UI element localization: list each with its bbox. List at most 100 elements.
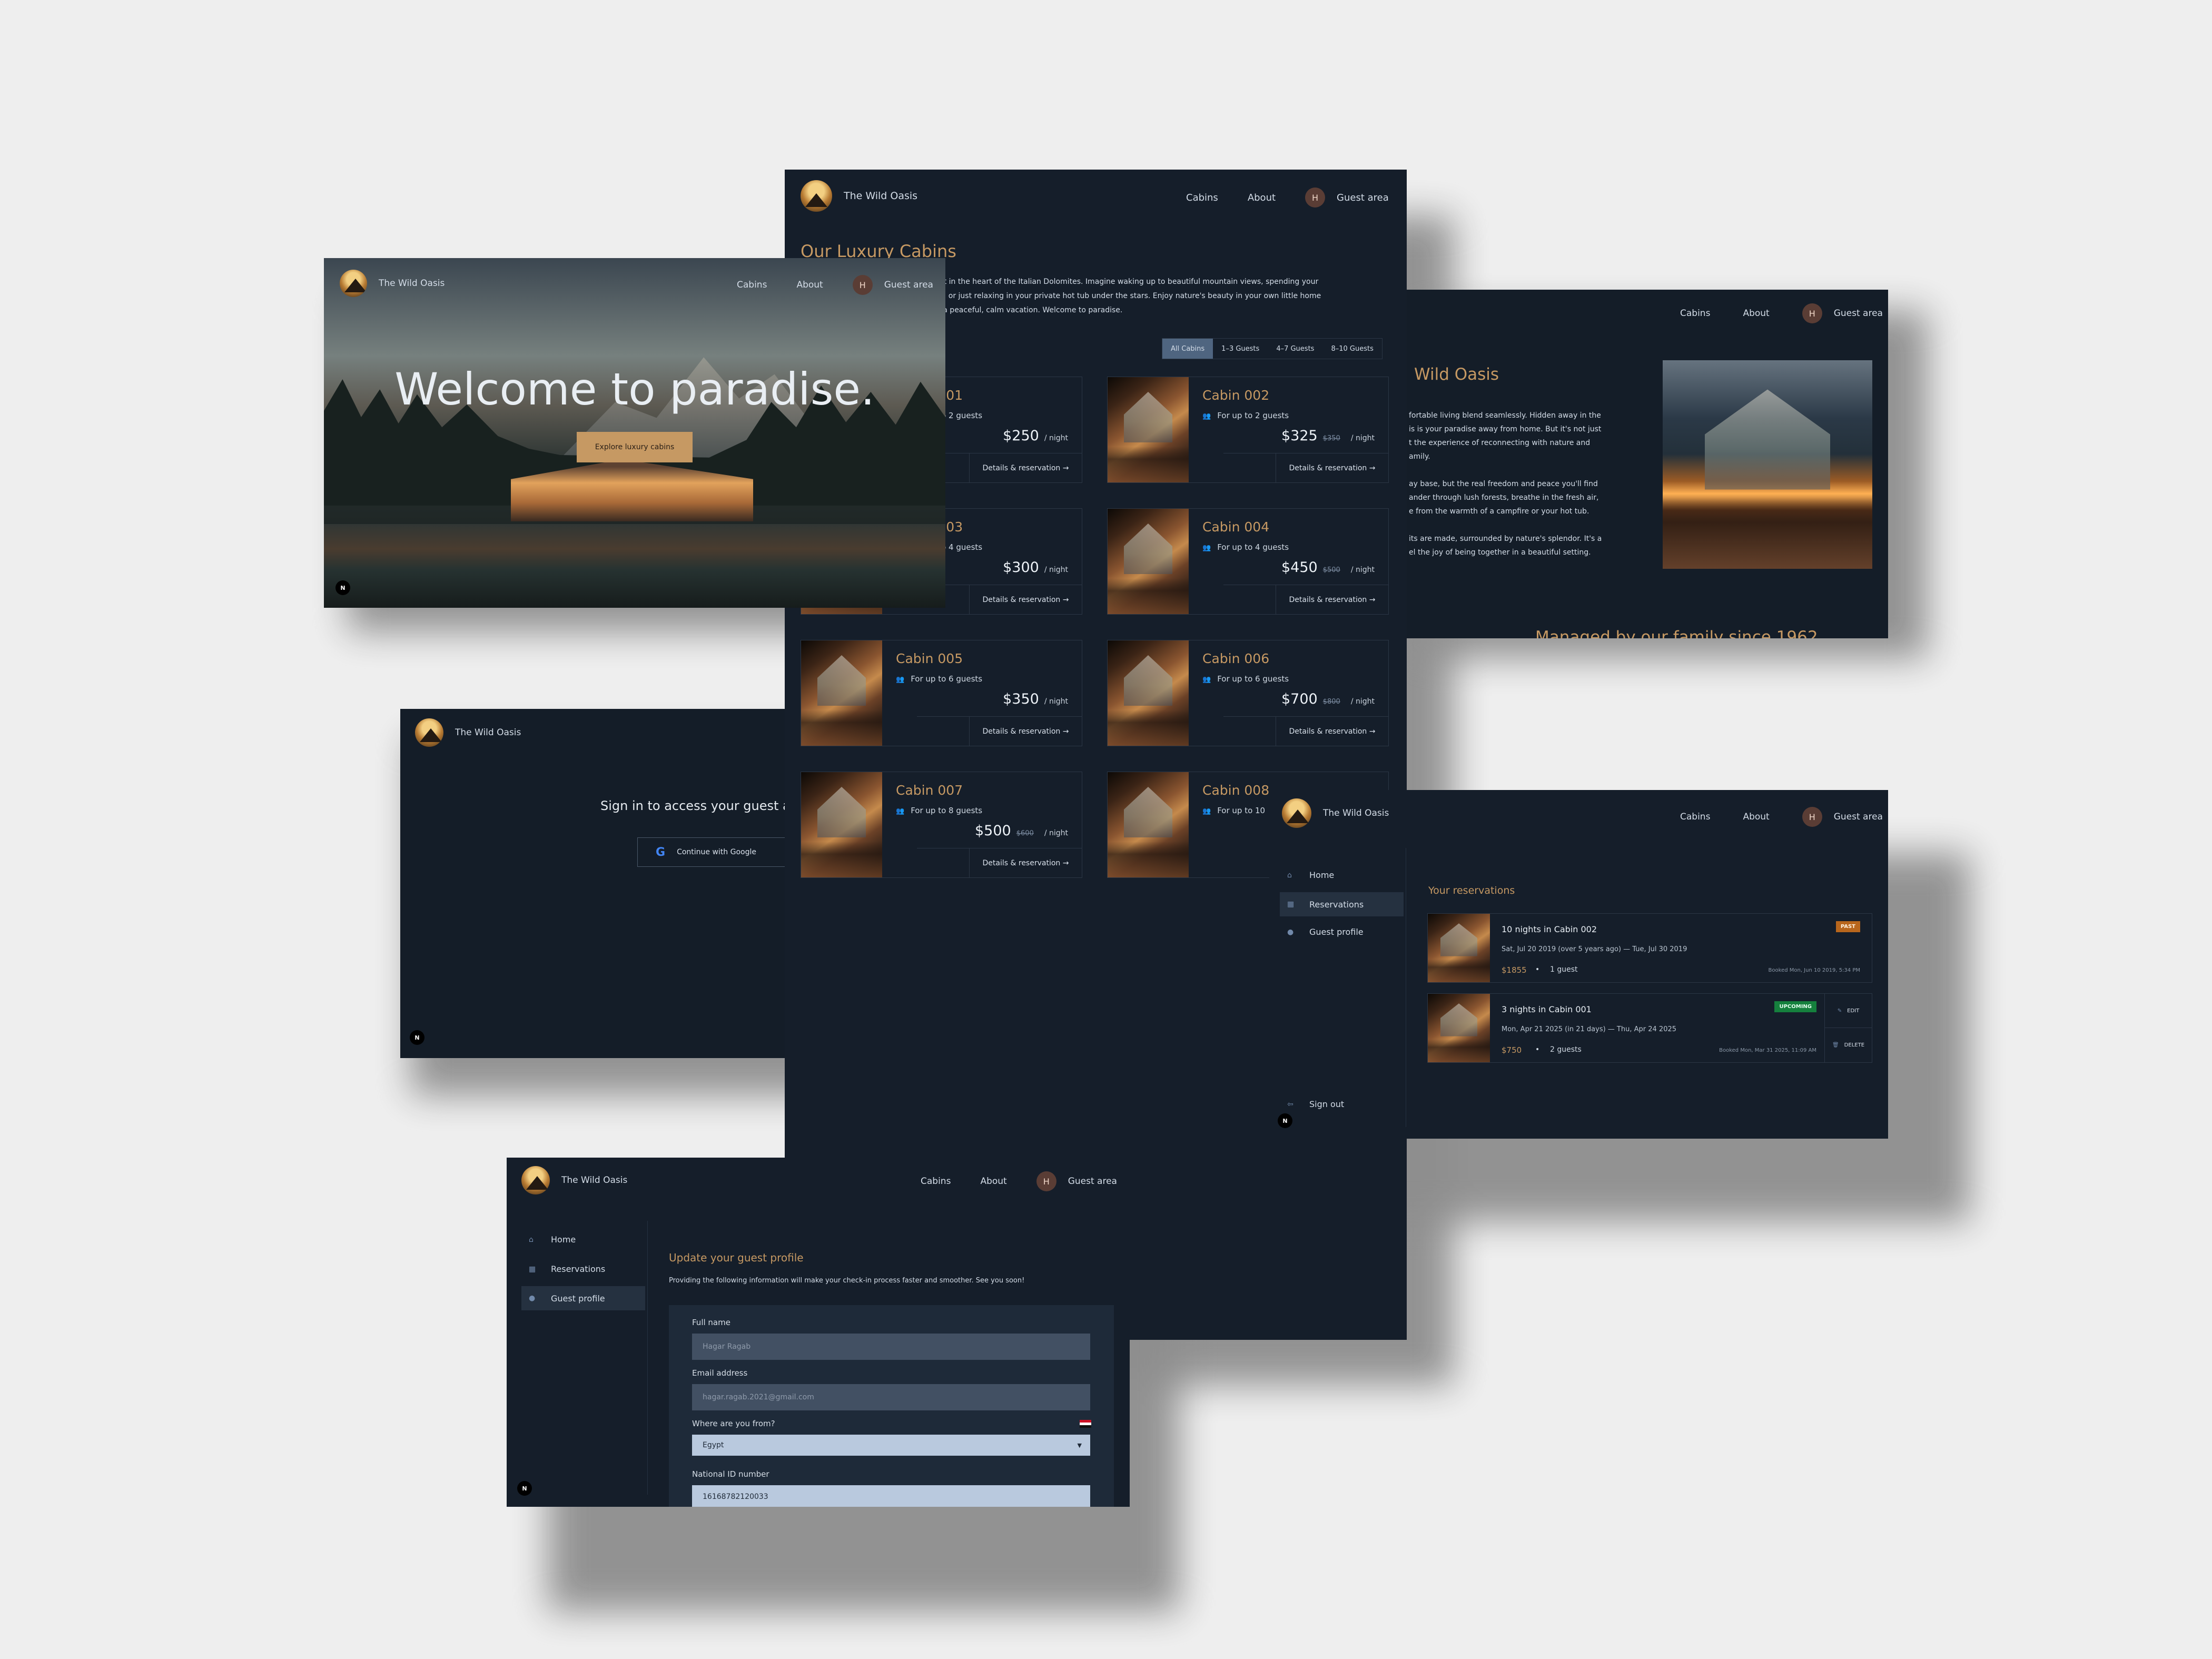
logo[interactable]: The Wild Oasis	[801, 180, 917, 212]
reservations-title: Your reservations	[1428, 885, 1515, 896]
about-paragraph-3: its are made, surrounded by nature's spl…	[1409, 535, 1602, 557]
nav-guest-area-link[interactable]: H Guest area	[1802, 303, 1883, 323]
filter-4-7[interactable]: 4–7 Guests	[1268, 339, 1322, 359]
user-icon: ●	[1287, 927, 1294, 936]
trash-icon: 🗑	[1832, 1042, 1839, 1048]
logo[interactable]: The Wild Oasis	[521, 1166, 627, 1194]
account-sidebar: ⌂ Home ▦ Reservations ● Guest profile ⇦ Sign…	[1280, 848, 1406, 1127]
cabin-name: Cabin 005	[896, 651, 963, 666]
nav-about-link[interactable]: About	[1743, 308, 1769, 319]
signin-screen: The Wild Oasis Sign in to access your gu…	[400, 709, 785, 1058]
nextjs-badge[interactable]: N	[410, 1030, 424, 1045]
cabin-image	[1108, 509, 1189, 614]
cabin-name: Cabin 006	[1202, 651, 1270, 666]
home-background-lake	[324, 524, 945, 608]
details-reservation-link[interactable]: Details & reservation →	[1223, 585, 1388, 614]
cabin-image	[801, 640, 882, 746]
cabin-capacity: For up to 6 guests	[896, 674, 982, 684]
logo-icon	[521, 1166, 550, 1194]
details-reservation-link[interactable]: Details & reservation →	[917, 453, 1082, 482]
about-nav: Cabins About H Guest area	[1680, 303, 1883, 323]
chevron-down-icon: ▼	[1077, 1441, 1082, 1449]
profile-subtitle: Providing the following information will…	[669, 1277, 1025, 1285]
reservation-cabin-image	[1428, 994, 1490, 1062]
main-nav: Cabins About H Guest area	[921, 1171, 1117, 1191]
logo-icon	[415, 718, 443, 747]
sidebar-item-reservations[interactable]: ▦ Reservations	[1280, 892, 1404, 916]
nav-about-link[interactable]: About	[1743, 812, 1769, 822]
cabin-capacity: For up to 8 guests	[896, 806, 982, 815]
avatar: H	[1036, 1171, 1056, 1191]
nav-guest-area-link[interactable]: H Guest area	[1036, 1171, 1117, 1191]
nav-cabins-link[interactable]: Cabins	[1680, 812, 1710, 822]
national-id-label: National ID number	[692, 1469, 769, 1479]
nextjs-badge[interactable]: N	[517, 1481, 532, 1496]
sidebar-item-home[interactable]: ⌂ Home	[1287, 870, 1334, 880]
country-flag-icon	[1080, 1420, 1091, 1428]
logo[interactable]: The Wild Oasis	[1282, 798, 1389, 828]
nav-cabins-link[interactable]: Cabins	[1186, 192, 1218, 203]
nav-about-link[interactable]: About	[796, 280, 823, 290]
details-reservation-link[interactable]: Details & reservation →	[1223, 716, 1388, 746]
filter-8-10[interactable]: 8–10 Guests	[1322, 339, 1381, 359]
signin-prompt: Sign in to access your guest area	[600, 798, 785, 813]
national-id-field[interactable]: 16168782120033	[692, 1485, 1090, 1507]
nextjs-badge[interactable]: N	[1278, 1113, 1292, 1128]
cabin-price: $700 $800/ night	[1281, 691, 1375, 707]
about-managed-heading: Managed by our family since 1962	[1535, 628, 1818, 638]
google-icon: G	[656, 845, 666, 859]
nextjs-badge[interactable]: N	[335, 580, 350, 595]
sidebar-item-home[interactable]: ⌂ Home	[529, 1235, 576, 1245]
details-reservation-link[interactable]: Details & reservation →	[1223, 453, 1388, 482]
cabin-card: Cabin 007 For up to 8 guests $500$600/ n…	[801, 772, 1082, 878]
full-name-label: Full name	[692, 1318, 730, 1327]
logo[interactable]: The Wild Oasis	[415, 718, 521, 747]
email-field[interactable]: hagar.ragab.2021@gmail.com	[692, 1384, 1090, 1410]
edit-reservation-button[interactable]: ✎ EDIT	[1825, 994, 1872, 1028]
nav-about-link[interactable]: About	[980, 1176, 1006, 1187]
sign-out-icon: ⇦	[1287, 1100, 1293, 1109]
country-select[interactable]: Egypt ▼	[692, 1435, 1090, 1456]
reservation-separator: •	[1535, 1045, 1540, 1054]
google-signin-button[interactable]: G Continue with Google	[637, 837, 785, 867]
reservation-dates: Sat, Jul 20 2019 (over 5 years ago) — Tu…	[1502, 945, 1687, 953]
avatar: H	[1802, 303, 1822, 323]
nav-about-link[interactable]: About	[1248, 192, 1276, 203]
nav-cabins-link[interactable]: Cabins	[737, 280, 767, 290]
reservation-title: 10 nights in Cabin 002	[1502, 924, 1597, 934]
full-name-field[interactable]: Hagar Ragab	[692, 1334, 1090, 1360]
reservation-title: 3 nights in Cabin 001	[1502, 1004, 1592, 1014]
sidebar-item-reservations[interactable]: ▦ Reservations	[529, 1264, 605, 1274]
details-reservation-link[interactable]: Details & reservation →	[917, 585, 1082, 614]
calendar-icon: ▦	[1287, 900, 1295, 908]
delete-reservation-button[interactable]: 🗑 DELETE	[1825, 1028, 1872, 1062]
cabin-price: $325 $350/ night	[1281, 428, 1375, 444]
logo-icon	[1282, 798, 1311, 828]
details-reservation-link[interactable]: Details & reservation →	[917, 716, 1082, 746]
nav-cabins-link[interactable]: Cabins	[921, 1176, 951, 1187]
home-icon: ⌂	[529, 1235, 534, 1244]
filter-1-3[interactable]: 1–3 Guests	[1213, 339, 1268, 359]
nav-guest-area-link[interactable]: H Guest area	[852, 275, 933, 295]
filter-all[interactable]: All Cabins	[1162, 339, 1213, 359]
nav-guest-area-link[interactable]: H Guest area	[1305, 187, 1389, 208]
capacity-filter: All Cabins 1–3 Guests 4–7 Guests 8–10 Gu…	[1162, 338, 1382, 359]
logo[interactable]: The Wild Oasis	[340, 270, 445, 297]
cabin-name: Cabin 007	[896, 783, 963, 798]
sidebar-item-profile[interactable]: ● Guest profile	[521, 1286, 645, 1310]
logo-icon	[340, 270, 367, 297]
cabin-capacity: For up to 4 guests	[1202, 542, 1289, 552]
cabin-image	[1108, 640, 1189, 746]
details-reservation-link[interactable]: Details & reservation →	[917, 848, 1082, 877]
sidebar-item-profile[interactable]: ● Guest profile	[1287, 927, 1364, 937]
user-icon: ●	[529, 1294, 536, 1302]
cabin-image	[1108, 377, 1189, 482]
cabin-card: Cabin 004 For up to 4 guests $450$500/ n…	[1107, 508, 1389, 615]
reservation-booked-at: Booked Mon, Mar 31 2025, 11:09 AM	[1719, 1048, 1816, 1053]
nav-cabins-link[interactable]: Cabins	[1680, 308, 1710, 319]
sign-out-button[interactable]: ⇦ Sign out	[1287, 1099, 1344, 1109]
main-nav: Cabins About H Guest area	[737, 275, 933, 295]
nav-guest-area-link[interactable]: H Guest area	[1802, 807, 1883, 827]
cabin-price: $450 $500/ night	[1281, 559, 1375, 576]
explore-cabins-button[interactable]: Explore luxury cabins	[577, 432, 693, 462]
